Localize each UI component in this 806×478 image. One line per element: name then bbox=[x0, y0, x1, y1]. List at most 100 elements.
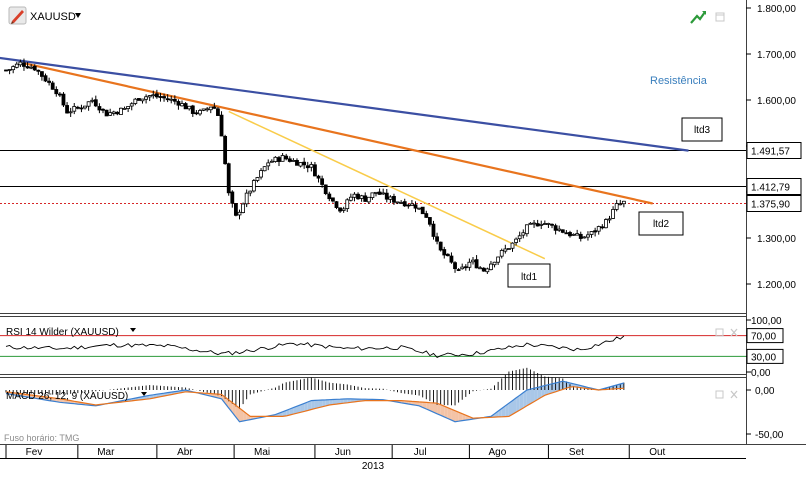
candle-body bbox=[593, 230, 598, 233]
candle-body bbox=[305, 165, 310, 169]
symbol-label[interactable]: XAUUSD bbox=[30, 11, 76, 23]
candle-body bbox=[435, 236, 439, 242]
candle-body bbox=[244, 192, 249, 205]
candle-body bbox=[366, 196, 371, 203]
candle-body bbox=[22, 62, 26, 67]
candle-body bbox=[302, 161, 307, 166]
candle-body bbox=[93, 99, 98, 107]
candle-body bbox=[101, 108, 105, 111]
rsi-tick-label: 70,00 bbox=[751, 332, 776, 343]
timezone-label: Fuso horário: TMG bbox=[4, 433, 79, 443]
candle-body bbox=[456, 269, 461, 271]
candle-body bbox=[190, 105, 195, 114]
candle-body bbox=[284, 155, 289, 160]
month-label: Mai bbox=[254, 447, 270, 458]
candle-body bbox=[560, 229, 565, 233]
candle-body bbox=[291, 159, 296, 162]
candle-body bbox=[471, 259, 475, 263]
month-label: Jun bbox=[335, 447, 351, 458]
candle-body bbox=[575, 233, 580, 236]
candle-body bbox=[187, 105, 192, 110]
rsi-title[interactable]: RSI 14 Wilder (XAUUSD) bbox=[6, 327, 119, 338]
candle-body bbox=[201, 108, 206, 111]
candle-body bbox=[14, 63, 19, 68]
candle-body bbox=[550, 223, 554, 226]
candle-body bbox=[205, 108, 210, 111]
month-label: Fev bbox=[26, 447, 43, 458]
candle-body bbox=[115, 111, 120, 115]
candle-body bbox=[521, 232, 526, 236]
candle-body bbox=[7, 69, 12, 71]
ltd3-label: ltd3 bbox=[694, 125, 711, 136]
candle-body bbox=[499, 250, 504, 257]
candle-body bbox=[323, 184, 328, 195]
rsi-panel[interactable] bbox=[0, 317, 746, 374]
candle-body bbox=[111, 111, 116, 114]
candle-body bbox=[492, 261, 497, 266]
month-label: Out bbox=[649, 447, 665, 458]
symbol-icon[interactable] bbox=[8, 6, 27, 25]
candle-body bbox=[86, 101, 91, 107]
ltd1-label: ltd1 bbox=[521, 272, 538, 283]
candle-body bbox=[47, 80, 52, 83]
candle-body bbox=[478, 267, 483, 270]
candle-body bbox=[370, 192, 375, 198]
candle-body bbox=[65, 105, 69, 114]
price-panel[interactable] bbox=[0, 0, 746, 313]
candle-body bbox=[241, 203, 245, 213]
candle-body bbox=[32, 65, 37, 71]
candle-body bbox=[330, 197, 335, 202]
month-label: Ago bbox=[488, 447, 506, 458]
candle-body bbox=[313, 164, 317, 177]
macd-tick-label: -50,00 bbox=[755, 430, 784, 441]
candle-body bbox=[481, 267, 486, 272]
candle-body bbox=[503, 248, 508, 252]
candle-body bbox=[406, 204, 411, 207]
candle-body bbox=[474, 259, 479, 269]
candle-body bbox=[395, 201, 400, 204]
candle-body bbox=[392, 195, 396, 203]
macd-panel[interactable] bbox=[0, 378, 746, 444]
candle-body bbox=[183, 103, 188, 110]
candle-body bbox=[194, 112, 199, 115]
ltd3-label-box[interactable]: ltd3 bbox=[681, 117, 723, 142]
candle-body bbox=[345, 199, 350, 210]
candle-body bbox=[374, 191, 378, 194]
candle-body bbox=[277, 157, 281, 162]
candle-body bbox=[280, 155, 285, 162]
candle-body bbox=[259, 170, 263, 178]
candle-body bbox=[564, 232, 569, 235]
candle-body bbox=[43, 75, 48, 82]
candle-body bbox=[234, 203, 238, 216]
ltd2-label-box[interactable]: ltd2 bbox=[638, 211, 684, 236]
candle-body bbox=[614, 203, 619, 210]
candle-body bbox=[424, 213, 429, 218]
resistance-annotation: Resistência bbox=[650, 75, 708, 87]
candle-body bbox=[402, 201, 407, 207]
candle-body bbox=[248, 190, 253, 194]
candle-body bbox=[621, 200, 626, 205]
candle-body bbox=[442, 249, 447, 256]
candle-body bbox=[578, 233, 583, 239]
candle-body bbox=[154, 93, 159, 98]
candle-body bbox=[273, 156, 278, 162]
candle-body bbox=[137, 98, 141, 101]
macd-title[interactable]: MACD 26; 12; 9 (XAUUSD) bbox=[6, 391, 128, 402]
price-axis: 1.800,001.700,001.600,001.500,001.400,00… bbox=[746, 4, 802, 291]
candle-body bbox=[320, 178, 325, 185]
candle-body bbox=[75, 106, 80, 109]
candle-body bbox=[546, 222, 551, 225]
candle-body bbox=[90, 99, 95, 102]
rsi-tick-label: 100,00 bbox=[751, 316, 782, 327]
candle-body bbox=[596, 226, 601, 232]
candle-body bbox=[129, 103, 134, 107]
candle-body bbox=[262, 166, 267, 172]
chart-canvas: 1.800,001.700,001.600,001.500,001.400,00… bbox=[0, 0, 806, 472]
candle-body bbox=[79, 107, 84, 110]
price-tick-label: 1.600,00 bbox=[757, 96, 796, 107]
candle-body bbox=[410, 203, 414, 206]
candle-body bbox=[431, 223, 436, 237]
candle-body bbox=[269, 160, 274, 163]
ltd1-label-box[interactable]: ltd1 bbox=[507, 263, 551, 288]
candle-body bbox=[162, 96, 166, 99]
